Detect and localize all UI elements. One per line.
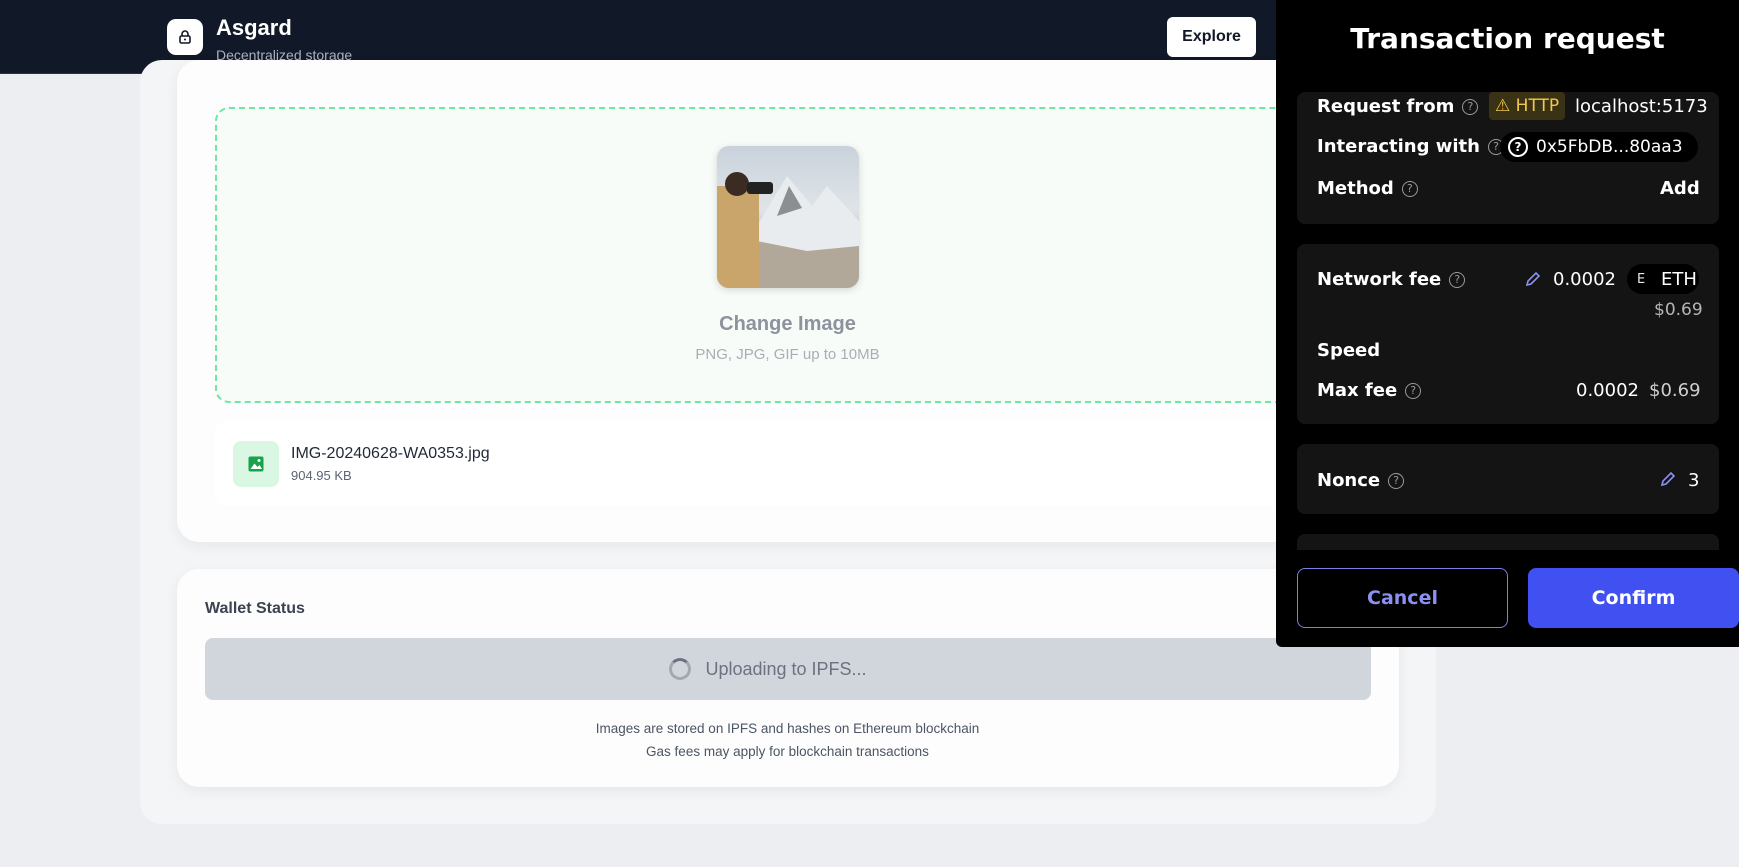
- lock-icon: [167, 19, 203, 55]
- contract-address-pill[interactable]: ? 0x5FbDB...80aa3: [1500, 132, 1698, 162]
- loading-spinner-icon: [669, 658, 692, 680]
- file-size: 904.95 KB: [291, 468, 352, 483]
- upload-status-label: Uploading to IPFS...: [705, 658, 867, 679]
- help-circle-icon[interactable]: ?: [1388, 473, 1405, 489]
- gas-fee-note: Gas fees may apply for blockchain transa…: [646, 744, 929, 759]
- selected-file-row: [215, 421, 1355, 506]
- wallet-status-title: Wallet Status: [205, 600, 305, 617]
- explore-button[interactable]: Explore: [1167, 17, 1256, 57]
- http-warning-badge: ⚠ HTTP: [1489, 92, 1566, 120]
- help-circle-icon[interactable]: ?: [1405, 383, 1422, 399]
- nonce-label: Nonce?: [1317, 470, 1405, 491]
- request-origin: localhost:5173: [1575, 96, 1708, 117]
- edit-nonce-pencil-icon[interactable]: [1659, 470, 1677, 488]
- app-title: Asgard: [216, 15, 292, 40]
- max-fee-value: 0.0002: [1576, 380, 1639, 401]
- upload-status-button[interactable]: Uploading to IPFS...: [205, 638, 1371, 700]
- warning-icon: ⚠: [1495, 96, 1511, 116]
- edit-fee-pencil-icon[interactable]: [1524, 270, 1542, 288]
- unknown-contract-icon: ?: [1508, 137, 1528, 157]
- request-from-label: Request from?: [1317, 96, 1479, 117]
- file-name: IMG-20240628-WA0353.jpg: [291, 445, 490, 462]
- network-fee-value: 0.0002: [1553, 269, 1616, 290]
- storage-note: Images are stored on IPFS and hashes on …: [595, 721, 980, 736]
- interacting-with-label: Interacting with?: [1317, 136, 1504, 157]
- network-fee-label: Network fee?: [1317, 269, 1466, 290]
- method-label: Method?: [1317, 178, 1418, 199]
- max-fee-label: Max fee?: [1317, 380, 1422, 401]
- additional-panel: [1297, 534, 1719, 550]
- max-fee-usd: $0.69: [1649, 380, 1701, 401]
- eth-icon: E: [1637, 271, 1646, 287]
- confirm-button[interactable]: Confirm: [1528, 568, 1739, 628]
- image-preview: [717, 146, 859, 288]
- eth-currency-pill: E ETH: [1627, 264, 1699, 294]
- help-circle-icon[interactable]: ?: [1449, 272, 1466, 288]
- cancel-button[interactable]: Cancel: [1297, 568, 1508, 628]
- nonce-value: 3: [1688, 470, 1700, 491]
- speed-label: Speed: [1317, 340, 1381, 361]
- help-circle-icon[interactable]: ?: [1462, 99, 1479, 115]
- image-icon: [233, 441, 279, 487]
- popup-title: Transaction request: [1350, 22, 1665, 55]
- network-fee-usd: $0.69: [1654, 300, 1703, 320]
- method-value: Add: [1660, 178, 1700, 199]
- help-circle-icon[interactable]: ?: [1401, 181, 1418, 197]
